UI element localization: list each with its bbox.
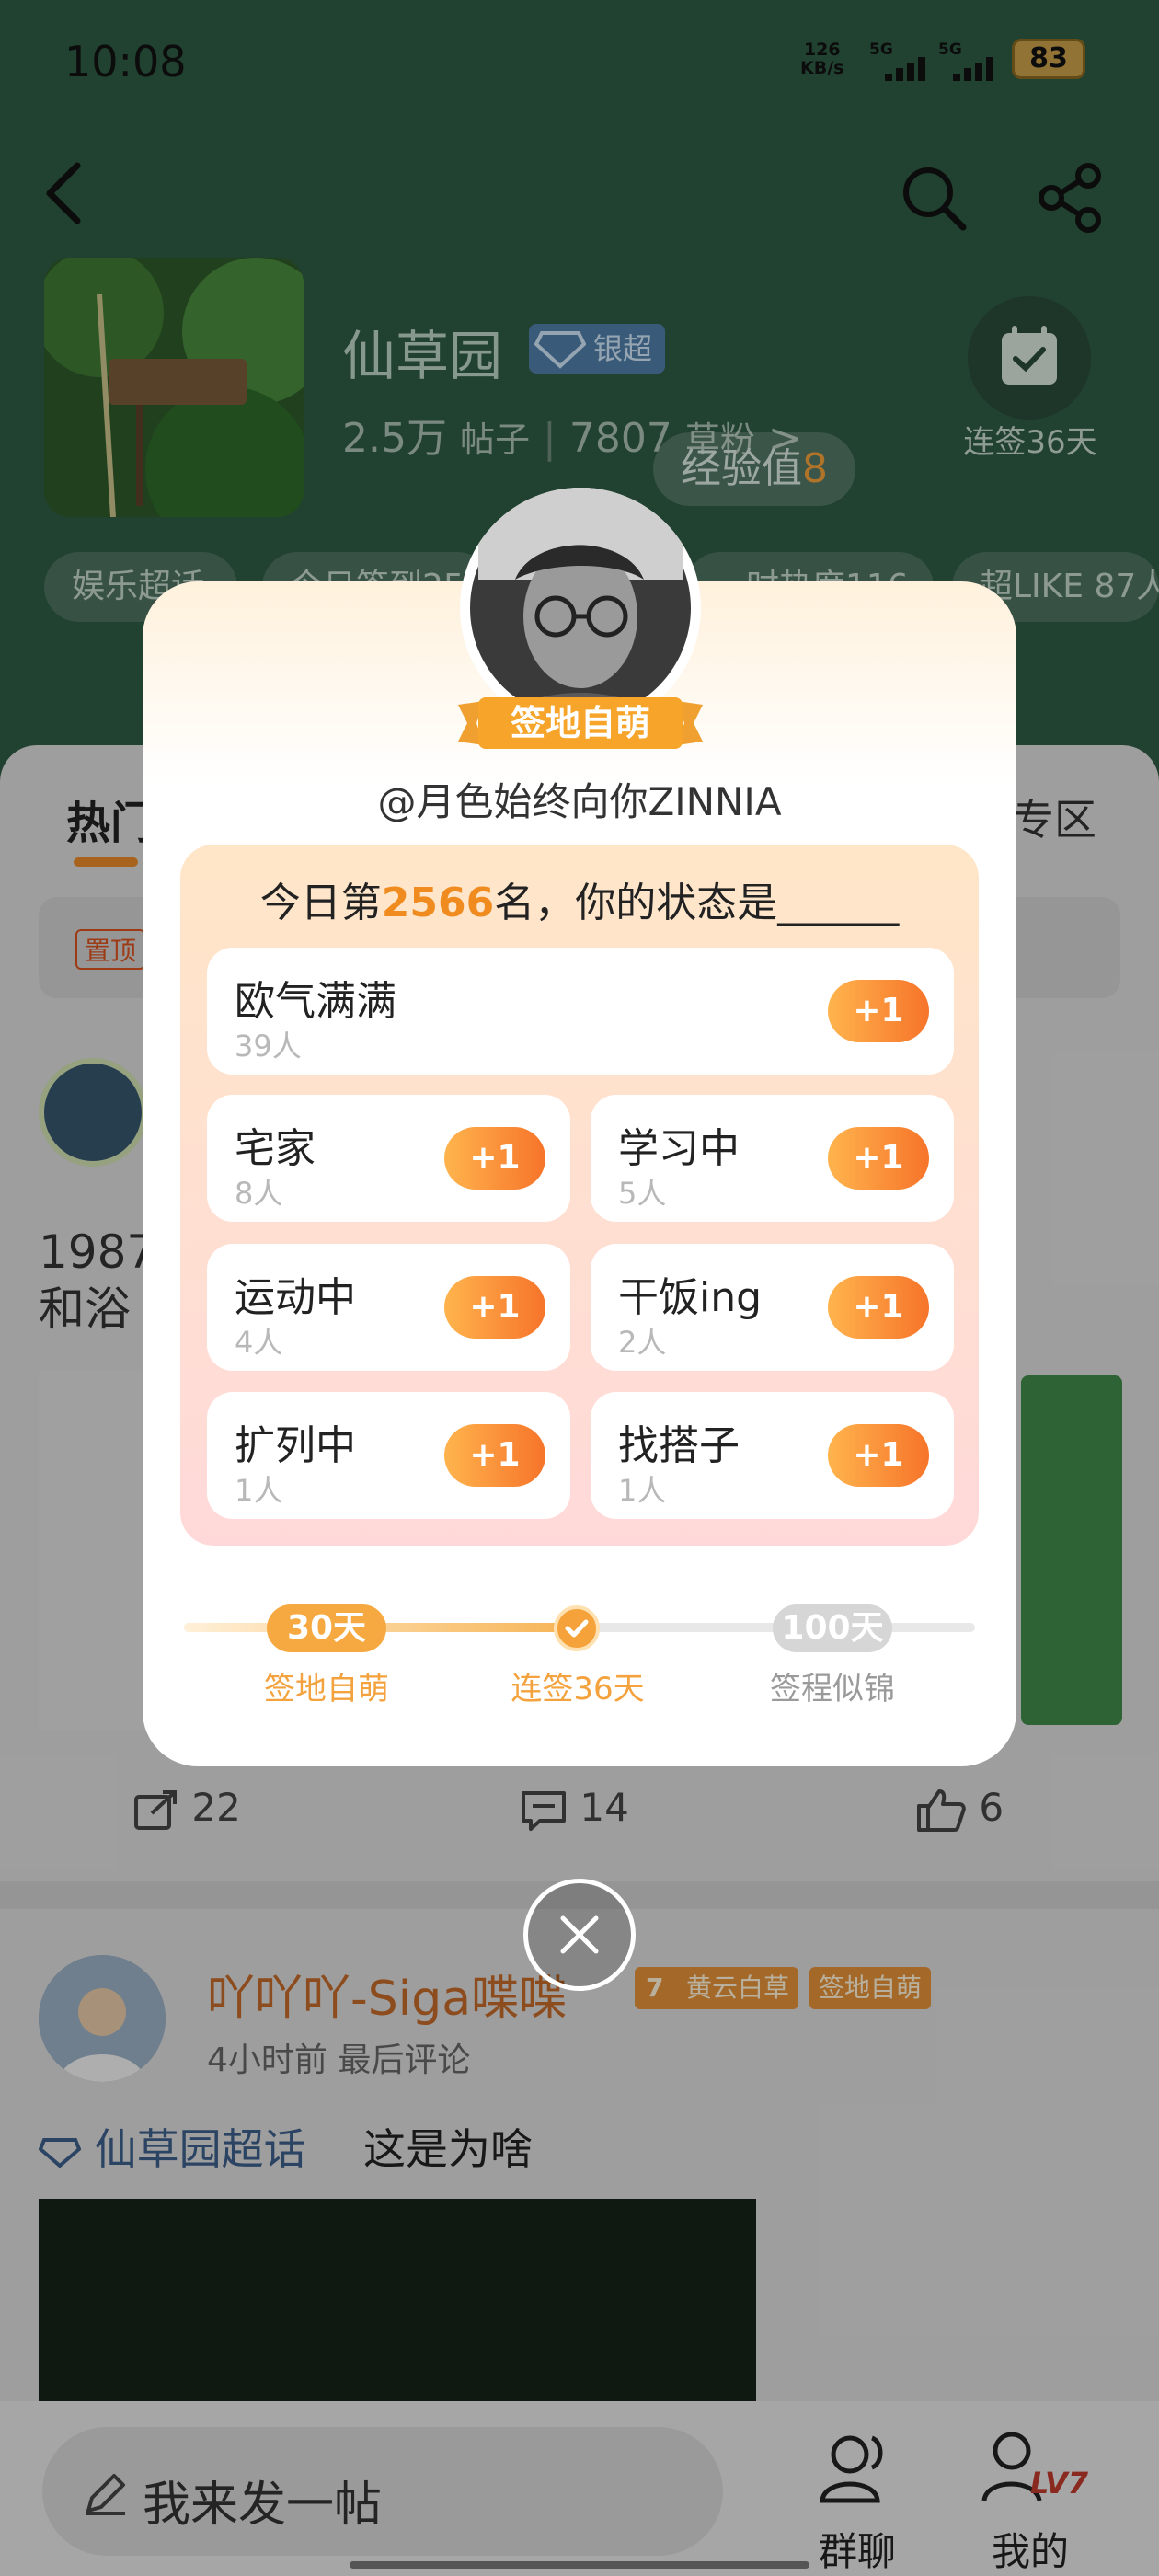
status-count: 1人 — [235, 1473, 283, 1508]
plus-one-button[interactable]: +1 — [828, 1127, 929, 1190]
status-count: 2人 — [618, 1325, 667, 1360]
plus-one-button[interactable]: +1 — [828, 1276, 929, 1339]
milestone-100-label: 签程似锦 — [770, 1671, 895, 1708]
question-suffix: 名，你的状态是______ — [494, 880, 900, 926]
milestone-current-label: 连签36天 — [511, 1671, 645, 1708]
status-name: 学习中 — [618, 1125, 740, 1172]
checkin-rank: 2566 — [381, 880, 495, 926]
status-name: 欧气满满 — [235, 978, 396, 1025]
status-question: 今日第2566名，你的状态是______ — [180, 869, 979, 928]
close-icon — [560, 1915, 599, 1954]
status-card-studying[interactable]: 学习中 5人 +1 — [591, 1095, 954, 1222]
status-card-making-friends[interactable]: 扩列中 1人 +1 — [207, 1392, 570, 1519]
status-name: 干饭ing — [618, 1274, 763, 1321]
status-count: 39人 — [235, 1029, 302, 1064]
status-name: 扩列中 — [235, 1422, 356, 1469]
plus-one-button[interactable]: +1 — [828, 1424, 929, 1487]
status-count: 1人 — [618, 1473, 667, 1508]
plus-one-button[interactable]: +1 — [828, 980, 929, 1042]
milestone-100: 100天 — [773, 1604, 892, 1652]
status-card-eating[interactable]: 干饭ing 2人 +1 — [591, 1244, 954, 1371]
status-name: 宅家 — [235, 1125, 316, 1172]
status-name: 找搭子 — [618, 1422, 740, 1469]
status-count: 8人 — [235, 1176, 283, 1211]
status-card-exercising[interactable]: 运动中 4人 +1 — [207, 1244, 570, 1371]
status-count: 4人 — [235, 1325, 283, 1360]
status-card-lucky[interactable]: 欧气满满 39人 +1 — [207, 948, 954, 1075]
status-card-find-buddy[interactable]: 找搭子 1人 +1 — [591, 1392, 954, 1519]
milestone-30-label: 签地自萌 — [264, 1671, 389, 1708]
plus-one-button[interactable]: +1 — [444, 1276, 545, 1339]
milestone-30: 30天 — [267, 1604, 386, 1652]
status-count: 5人 — [618, 1176, 667, 1211]
plus-one-button[interactable]: +1 — [444, 1424, 545, 1487]
check-icon — [565, 1619, 589, 1638]
status-name: 运动中 — [235, 1274, 356, 1321]
question-prefix: 今日第 — [259, 880, 382, 926]
current-streak-marker — [554, 1605, 600, 1651]
checkin-title-ribbon: 签地自萌 — [458, 692, 703, 754]
user-handle: @月色始终向你ZINNIA — [377, 779, 782, 824]
plus-one-button[interactable]: +1 — [444, 1127, 545, 1190]
ribbon-label: 签地自萌 — [510, 703, 650, 743]
status-card-home[interactable]: 宅家 8人 +1 — [207, 1095, 570, 1222]
close-modal-button[interactable] — [523, 1879, 636, 1991]
